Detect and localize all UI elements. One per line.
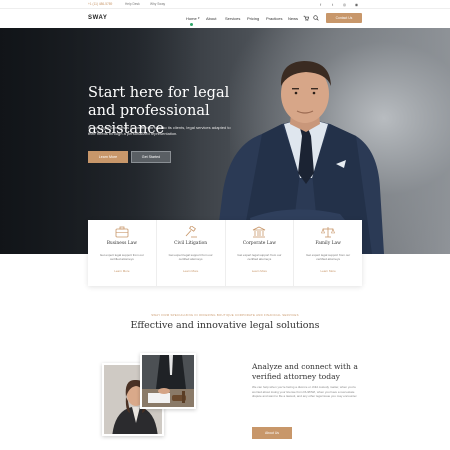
service-card-business-law[interactable]: Business Law Get expert legal support fr…: [88, 220, 157, 286]
briefcase-icon: [115, 226, 129, 238]
service-learn-more-link[interactable]: Learn More: [294, 269, 362, 273]
nav-about[interactable]: About: [206, 16, 216, 21]
nav-practices[interactable]: Practices: [266, 16, 282, 21]
facebook-icon[interactable]: f: [318, 2, 323, 7]
cart-icon[interactable]: [303, 15, 310, 21]
service-title: Business Law: [106, 241, 138, 246]
get-started-button[interactable]: Get Started: [131, 151, 171, 163]
attorney-desk-image: [140, 353, 196, 409]
scales-icon: [321, 227, 336, 238]
search-icon[interactable]: [313, 15, 319, 21]
service-desc: Get expert legal support from our certif…: [99, 253, 144, 262]
gavel-icon: [185, 226, 197, 238]
service-learn-more-link[interactable]: Learn More: [157, 269, 225, 273]
service-learn-more-link[interactable]: Learn More: [226, 269, 294, 273]
top-bar: +1 (11) 486-5789 Help Desk Why Sway f t …: [0, 0, 450, 9]
globe-icon[interactable]: ◉: [354, 2, 359, 7]
nav-pricing[interactable]: Pricing: [247, 16, 259, 21]
about-us-button[interactable]: About Us: [252, 427, 292, 439]
contact-us-button[interactable]: Contact Us: [326, 13, 362, 23]
why-sway-link[interactable]: Why Sway: [150, 2, 165, 6]
hero-subtitle: Sway Legal Services is committed to offe…: [88, 125, 231, 136]
services-cards: Business Law Get expert legal support fr…: [88, 220, 362, 286]
logo[interactable]: SWAY: [88, 15, 108, 21]
learn-more-button[interactable]: Learn More: [88, 151, 128, 163]
building-icon: [253, 226, 266, 238]
connect-title: Analyze and connect with a verified atto…: [252, 362, 358, 381]
service-card-corporate-law[interactable]: Corporate Law Get expert legal support f…: [226, 220, 295, 286]
instagram-icon[interactable]: ◎: [342, 2, 347, 7]
service-desc: Get expert legal support from our certif…: [168, 253, 213, 262]
header: SWAY Home ▾ About Services Pricing Pract…: [0, 9, 450, 28]
service-card-civil-litigation[interactable]: Civil Litigation Get expert legal suppor…: [157, 220, 226, 286]
help-desk-link[interactable]: Help Desk: [125, 2, 140, 6]
service-title: Civil Litigation: [174, 241, 208, 246]
section-eyebrow: SWAY FIRM SPECIALIZING IN OFFERING BOUTI…: [151, 313, 299, 317]
nav-news[interactable]: News: [288, 16, 298, 21]
twitter-icon[interactable]: t: [330, 2, 335, 7]
service-title: Family Law: [315, 241, 341, 246]
service-learn-more-link[interactable]: Learn More: [88, 269, 156, 273]
section-title: Effective and innovative legal solutions: [130, 320, 320, 331]
phone-number[interactable]: +1 (11) 486-5789: [88, 2, 112, 6]
service-card-family-law[interactable]: Family Law Get expert legal support from…: [294, 220, 362, 286]
connect-body-text: We can help when you're facing a divorce…: [252, 385, 358, 399]
chevron-down-icon: ▾: [198, 16, 200, 20]
service-title: Corporate Law: [242, 241, 277, 246]
service-desc: Get expert legal support from our certif…: [237, 253, 282, 262]
nav-services[interactable]: Services: [225, 16, 240, 21]
service-desc: Get expert legal support from our certif…: [306, 253, 351, 262]
nav-home[interactable]: Home: [186, 16, 197, 26]
